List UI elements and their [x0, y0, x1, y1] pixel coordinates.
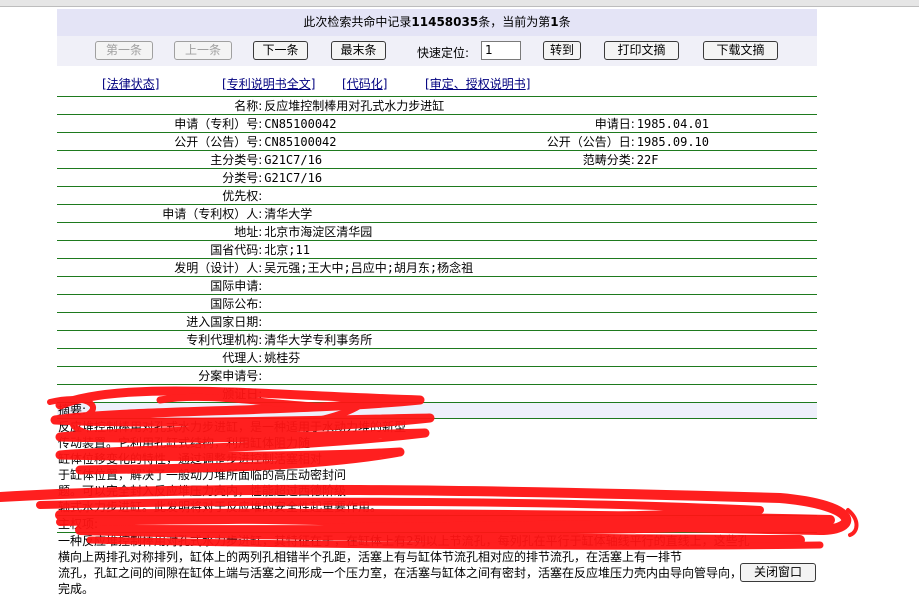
last-record-button[interactable]: 最末条 [331, 41, 386, 60]
full-text-link[interactable]: [专利说明书全文] [222, 75, 315, 92]
legal-status-link[interactable]: [法律状态] [102, 75, 159, 92]
goto-button[interactable]: 转到 [543, 41, 581, 60]
quick-locate-label: 快速定位: [417, 46, 470, 60]
table-row: 分案申请号: [57, 366, 817, 385]
table-row: 主分类号: G21C7/16 范畴分类: 22F [57, 150, 817, 169]
table-row: 地址: 北京市海淀区清华园 [57, 222, 817, 241]
record-navigation-bar: 第一条 上一条 下一条 最末条 快速定位: 1 转到 打印文摘 下载文摘 [57, 36, 817, 66]
grant-text-link[interactable]: [审定、授权说明书] [425, 75, 530, 92]
result-count: 11458035 [411, 15, 479, 29]
claims-text: 一种反应堆控制棒用对孔式水力步进缸，其特征在于，在缸体上有2列以上节流孔，每列孔… [58, 534, 803, 596]
patent-name: 反应堆控制棒用对孔式水力步进缸 [263, 96, 817, 115]
table-row: 名称: 反应堆控制棒用对孔式水力步进缸 [57, 96, 817, 115]
prev-record-button[interactable]: 上一条 [174, 41, 232, 60]
table-row: 公开（公告）号: CN85100042 公开（公告）日: 1985.09.10 [57, 132, 817, 151]
first-record-button[interactable]: 第一条 [95, 41, 153, 60]
table-row: 申请（专利）号: CN85100042 申请日: 1985.04.01 [57, 114, 817, 133]
table-row: 国际公布: [57, 294, 817, 313]
close-window-button[interactable]: 关闭窗口 [740, 563, 816, 582]
current-record: 1 [550, 15, 559, 29]
table-row: 国省代码: 北京;11 [57, 240, 817, 259]
table-row: 优先权: [57, 186, 817, 205]
quick-locate-input[interactable]: 1 [481, 41, 521, 60]
download-abstract-button[interactable]: 下载文摘 [703, 41, 778, 60]
document-links: [法律状态] [专利说明书全文] [代码化] [审定、授权说明书] [57, 66, 817, 96]
print-abstract-button[interactable]: 打印文摘 [604, 41, 679, 60]
browser-toolbar-strip [0, 0, 919, 7]
table-row: 国际申请: [57, 276, 817, 295]
patent-info-table: 名称: 反应堆控制棒用对孔式水力步进缸 申请（专利）号: CN85100042 … [57, 96, 817, 403]
patent-record-panel: 此次检索共命中记录11458035条，当前为第1条 第一条 上一条 下一条 最末… [57, 9, 817, 597]
table-row: 申请（专利权）人: 清华大学 [57, 204, 817, 223]
next-record-button[interactable]: 下一条 [253, 41, 308, 60]
result-count-banner: 此次检索共命中记录11458035条，当前为第1条 [57, 9, 817, 36]
table-row: 专利代理机构: 清华大学专利事务所 [57, 330, 817, 349]
abstract-title: 摘要: [57, 403, 817, 419]
claims-title: 主权项: [57, 515, 817, 533]
abstract-text: 反应堆控制棒用对孔式水力步进缸，是一种适用于水动力堆的新型 传动装置。它利用孔缸… [58, 420, 407, 514]
table-row: 进入国家日期: [57, 312, 817, 331]
table-row: 颁证日: [57, 384, 817, 403]
table-row: 分类号: G21C7/16 [57, 168, 817, 187]
table-row: 发明（设计）人: 吴元强;王大中;吕应中;胡月东;杨念祖 [57, 258, 817, 277]
code-link[interactable]: [代码化] [342, 75, 387, 92]
table-row: 代理人: 姚桂芬 [57, 348, 817, 367]
